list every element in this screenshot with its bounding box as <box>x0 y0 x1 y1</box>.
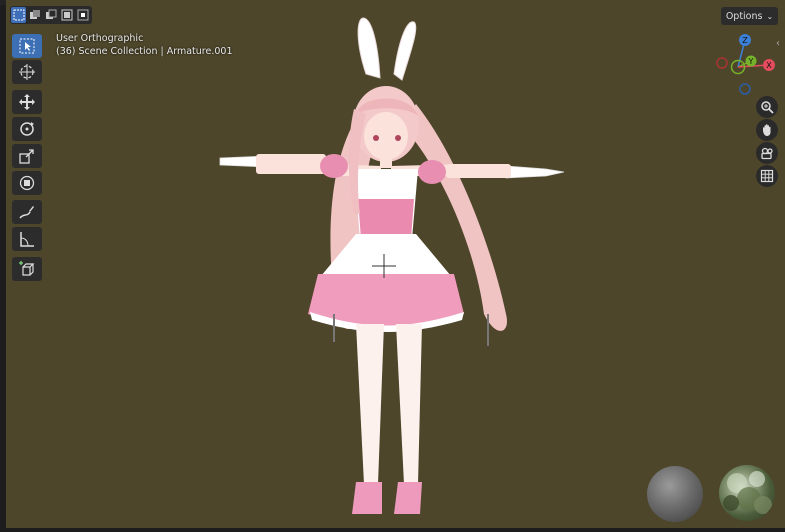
collection-info-label: (36) Scene Collection | Armature.001 <box>56 46 233 57</box>
navigation-gizmo[interactable]: Z Y X <box>714 33 778 97</box>
select-intersect-icon <box>77 9 89 21</box>
move-tool-button[interactable] <box>12 90 42 114</box>
cursor-tool-button[interactable] <box>12 60 42 84</box>
options-dropdown[interactable]: Options ⌄ <box>721 7 778 25</box>
transform-tool-button[interactable] <box>12 171 42 195</box>
perspective-toggle-button[interactable] <box>756 165 778 187</box>
measure-icon <box>20 232 34 247</box>
rotate-icon <box>20 122 34 136</box>
scale-tool-button[interactable] <box>12 144 42 168</box>
zoom-button[interactable] <box>756 96 778 118</box>
gizmo-y-label: Y <box>748 57 754 66</box>
select-box-icon <box>13 9 25 21</box>
select-intersect-mode-button[interactable] <box>76 7 91 23</box>
transform-icon <box>19 175 35 191</box>
gizmo-x-label: X <box>766 61 772 70</box>
gizmo-neg-z <box>739 83 751 95</box>
select-invert-mode-button[interactable] <box>60 7 75 23</box>
camera-icon <box>761 147 773 160</box>
select-extend-mode-button[interactable] <box>27 7 42 23</box>
select-subtract-mode-button[interactable] <box>43 7 58 23</box>
scale-icon <box>19 149 34 164</box>
select-invert-icon <box>61 9 73 21</box>
chevron-down-icon: ⌄ <box>766 11 774 21</box>
zoom-icon <box>761 101 774 114</box>
measure-tool-button[interactable] <box>12 227 42 251</box>
select-subtract-icon <box>46 9 57 19</box>
matcap-sphere-preview <box>647 466 703 522</box>
view-name-label: User Orthographic <box>56 33 144 44</box>
move-icon <box>19 94 35 110</box>
add-cube-tool-button[interactable] <box>12 257 42 281</box>
gizmo-z-label: Z <box>742 36 748 45</box>
hand-icon <box>763 124 771 136</box>
select-box-mode-button[interactable] <box>11 7 27 23</box>
pan-button[interactable] <box>756 119 778 141</box>
grid-icon <box>760 169 774 183</box>
hdri-foliage <box>723 471 772 514</box>
select-extend-icon <box>29 10 40 19</box>
rotate-tool-button[interactable] <box>12 117 42 141</box>
selection-mode-toolbar <box>10 6 92 24</box>
camera-view-button[interactable] <box>756 142 778 164</box>
select-box-cursor-icon <box>19 38 35 54</box>
gizmo-neg-x <box>716 57 728 69</box>
annotate-icon <box>19 206 34 219</box>
annotate-tool-button[interactable] <box>12 200 42 224</box>
3d-viewport[interactable] <box>6 0 785 528</box>
hdri-sphere-preview <box>719 465 775 521</box>
options-label: Options <box>725 10 763 22</box>
character-model <box>219 17 565 514</box>
select-box-tool-button[interactable] <box>12 34 42 58</box>
cursor-icon <box>19 64 35 80</box>
add-cube-icon <box>19 261 35 276</box>
